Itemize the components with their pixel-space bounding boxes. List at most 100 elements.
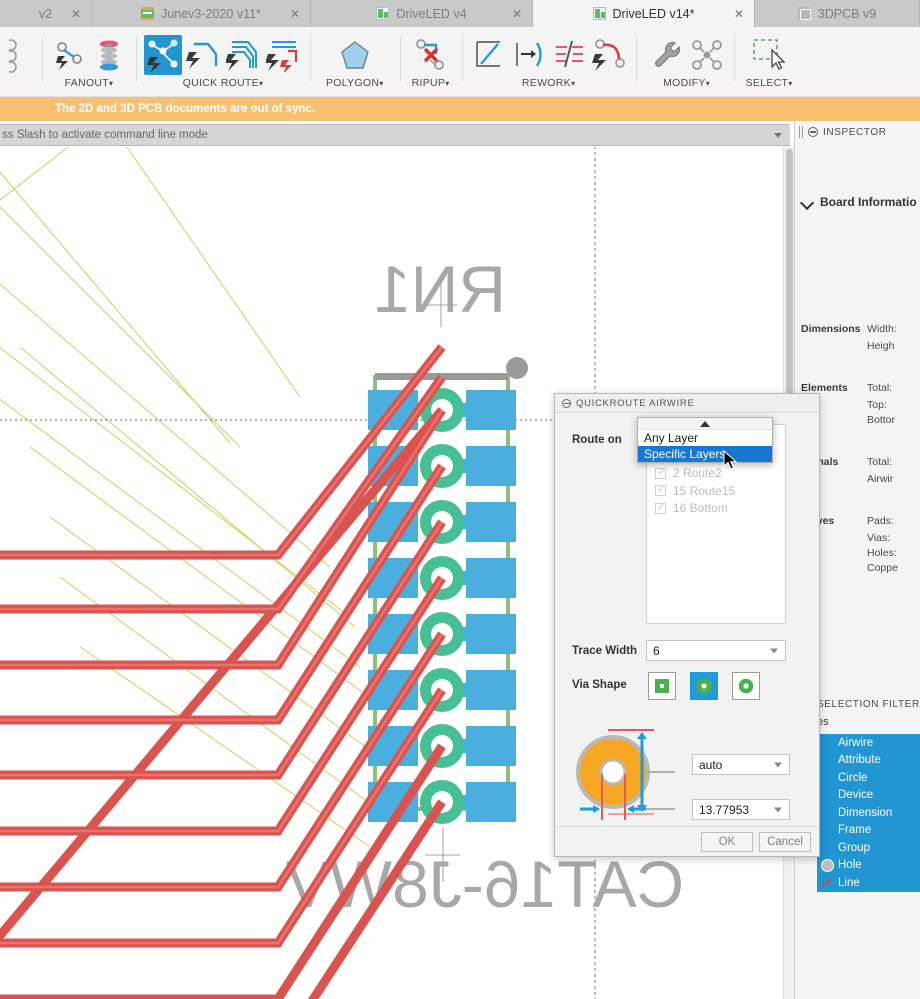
info-field: Total: — [867, 456, 893, 468]
layer-checkbox-row[interactable]: 2 Route2 — [647, 465, 785, 483]
chevron-down-icon[interactable] — [801, 196, 813, 208]
dropdown-option-any-layer[interactable]: Any Layer — [638, 430, 772, 446]
blank-icon — [821, 736, 834, 749]
cancel-button[interactable]: Cancel — [759, 831, 811, 852]
svg-text:RN1: RN1 — [374, 252, 506, 326]
chevron-down-icon[interactable]: ▾ — [379, 79, 383, 88]
tab-driveled-v4[interactable]: DriveLED v4 ✕ — [311, 0, 533, 27]
chevron-down-icon[interactable] — [774, 807, 782, 812]
dropdown-scroll-up[interactable] — [638, 418, 772, 430]
tab-label: DriveLED v14* — [612, 6, 695, 21]
chevron-down-icon[interactable]: ▾ — [706, 79, 710, 88]
selection-filter-list[interactable]: Airwire Attribute Circle Device Dimensio… — [817, 734, 920, 892]
dialog-title: QUICKROUTE AIRWIRE — [576, 397, 695, 409]
filter-item-circle[interactable]: Circle — [817, 769, 920, 787]
tab-close-icon[interactable]: ✕ — [71, 8, 81, 20]
command-line-bar[interactable]: ss Slash to activate command line mode — [0, 124, 790, 146]
ok-button[interactable]: OK — [701, 831, 753, 852]
tab-driveled-v14[interactable]: DriveLED v14* ✕ — [533, 0, 755, 27]
checkbox-icon[interactable] — [655, 467, 666, 479]
rework-reroute-icon[interactable] — [590, 35, 628, 75]
via-diameter-value: auto — [699, 757, 723, 772]
filter-item-label: Dimension — [838, 806, 893, 819]
via-square-icon[interactable] — [648, 672, 676, 700]
chevron-down-icon[interactable]: ▾ — [571, 79, 575, 88]
route-on-dropdown-popup[interactable]: Any Layer Specific Layers — [637, 417, 773, 463]
inspector-header[interactable]: INSPECTOR — [795, 121, 920, 143]
filter-item-group[interactable]: Group — [817, 839, 920, 857]
chevron-down-icon[interactable]: ▾ — [445, 79, 449, 88]
quickroute-bus-icon[interactable] — [224, 35, 262, 75]
chevron-up-icon[interactable] — [700, 420, 710, 427]
collapse-icon[interactable] — [562, 398, 571, 408]
polygon-icon[interactable] — [336, 35, 374, 75]
filter-item-line[interactable]: Line — [817, 874, 920, 892]
quickroute-multi-icon[interactable] — [264, 35, 302, 75]
marquee-select-icon[interactable] — [750, 35, 788, 75]
chevron-down-icon[interactable] — [770, 648, 778, 653]
tab-close-icon[interactable]: ✕ — [734, 8, 744, 20]
trace-width-value: 6 — [653, 643, 660, 658]
chevron-down-icon[interactable]: ▾ — [259, 79, 263, 88]
blank-icon — [821, 824, 834, 837]
filter-item-hole[interactable]: Hole — [817, 857, 920, 875]
dialog-title-bar[interactable]: QUICKROUTE AIRWIRE — [555, 394, 819, 413]
filter-item-device[interactable]: Device — [817, 787, 920, 805]
filter-item-dimension[interactable]: Dimension — [817, 804, 920, 822]
filter-item-label: Attribute — [838, 754, 881, 767]
tab-v2[interactable]: v2 ✕ — [0, 0, 92, 27]
panel-drag-handle[interactable] — [799, 126, 804, 138]
cube-3d-icon — [797, 7, 811, 20]
dropdown-option-specific-layers[interactable]: Specific Layers — [638, 446, 772, 462]
rework-push-icon[interactable] — [510, 35, 548, 75]
via-round-icon[interactable] — [732, 672, 760, 700]
via-diameter-select[interactable]: auto — [692, 754, 790, 775]
chevron-down-icon[interactable] — [774, 762, 782, 767]
quickroute-single-icon[interactable] — [184, 35, 222, 75]
trace-width-label: Trace Width — [572, 645, 638, 657]
fanout-signal-icon[interactable] — [50, 35, 88, 75]
tab-junev3-2020-v11[interactable]: Junev3-2020 v11* ✕ — [92, 0, 311, 27]
via-drill-select[interactable]: 13.77953 — [692, 799, 790, 820]
toolbar-group-modify: MODIFY▾ — [635, 27, 734, 97]
mouse-cursor — [723, 450, 738, 470]
filter-item-attribute[interactable]: Attribute — [817, 752, 920, 770]
quickroute-airwire-icon[interactable] — [144, 35, 182, 75]
ripup-icon[interactable] — [412, 35, 450, 75]
silkscreen-component-name: RN1 — [374, 252, 506, 326]
toolbar-group-label: SELECT — [745, 77, 789, 89]
collapse-icon[interactable] — [808, 127, 818, 137]
filter-item-label: Circle — [838, 771, 868, 784]
rework-corner-icon[interactable] — [470, 35, 508, 75]
trace-width-select[interactable]: 6 — [646, 640, 786, 661]
move-nodes-icon[interactable] — [688, 35, 726, 75]
layer-checkbox-row[interactable]: 15 Route15 — [647, 482, 785, 500]
filter-item-frame[interactable]: Frame — [817, 822, 920, 840]
rework-align-icon[interactable] — [550, 35, 588, 75]
filter-item-label: Frame — [838, 824, 872, 837]
chevron-down-icon[interactable] — [774, 133, 782, 138]
via-shape-label: Via Shape — [572, 679, 627, 691]
checkbox-icon[interactable] — [655, 484, 666, 497]
chevron-down-icon[interactable]: ▾ — [788, 79, 792, 88]
chevron-down-icon[interactable]: ▾ — [109, 79, 113, 88]
filter-item-label: Line — [838, 876, 860, 889]
schematic-icon — [141, 7, 155, 20]
partial-icon[interactable] — [0, 35, 38, 75]
toolbar-group-quick-route: QUICK ROUTE▾ — [136, 27, 310, 97]
fanout-via-icon[interactable] — [90, 35, 128, 75]
filter-item-airwire[interactable]: Airwire — [817, 734, 920, 752]
via-drill-value: 13.77953 — [699, 802, 750, 817]
checkbox-icon[interactable] — [655, 502, 666, 514]
layer-checkbox-row[interactable]: 16 Bottom — [647, 500, 785, 518]
tab-3dpcb-v9[interactable]: 3DPCB v9 — [755, 0, 920, 27]
toolbar-group-polygon: POLYGON▾ — [310, 27, 400, 97]
via-octagon-icon[interactable] — [690, 672, 718, 700]
tab-close-icon[interactable]: ✕ — [290, 8, 300, 20]
silkscreen-component-value: CAT16-J8WV — [286, 847, 685, 921]
board-information-section[interactable]: Board Informatio — [795, 143, 920, 215]
wrench-icon[interactable] — [648, 35, 686, 75]
tab-close-icon[interactable]: ✕ — [512, 8, 522, 20]
blank-icon — [821, 806, 834, 819]
filter-item-label: Group — [838, 841, 870, 854]
